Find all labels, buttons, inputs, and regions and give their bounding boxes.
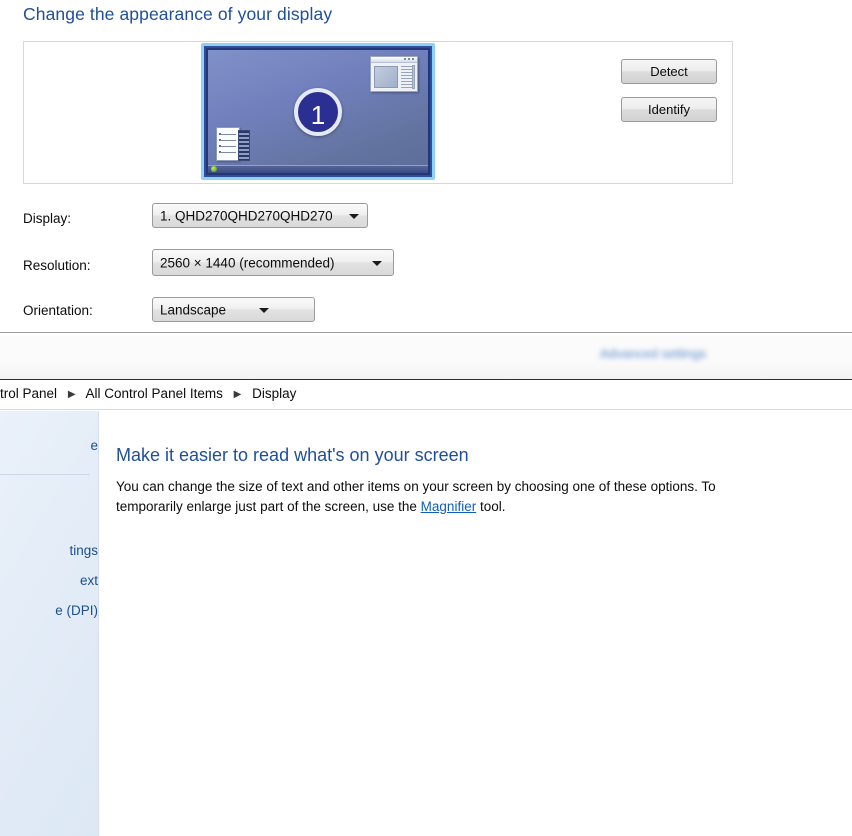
advanced-settings-link[interactable]: Advanced settings <box>600 346 706 361</box>
orientation-label: Orientation: <box>23 303 93 318</box>
sidebar-item-home[interactable]: e <box>90 438 98 453</box>
chevron-down-icon <box>372 260 382 266</box>
chevron-down-icon <box>349 213 359 219</box>
resolution-label: Resolution: <box>23 258 91 273</box>
section-title: Make it easier to read what's on your sc… <box>116 445 469 465</box>
description-text-1: You can change the size of text and othe… <box>116 479 716 514</box>
sidebar: e tings ext e (DPI) <box>0 411 99 836</box>
monitor-preview-1[interactable]: 1 <box>201 43 435 180</box>
sidebar-item-text[interactable]: ext <box>80 573 98 588</box>
sidebar-item-settings[interactable]: tings <box>69 543 98 558</box>
display-dpi-page: e tings ext e (DPI) Make it easier to re… <box>0 411 852 836</box>
description-text-2: tool. <box>476 499 506 514</box>
start-orb-icon <box>211 166 217 172</box>
identify-button[interactable]: Identify <box>621 97 717 122</box>
section-description: You can change the size of text and othe… <box>116 477 756 517</box>
sidebar-item-custom-dpi[interactable]: e (DPI) <box>55 603 98 618</box>
orientation-select[interactable]: Landscape <box>152 297 315 322</box>
breadcrumb-item-control-panel[interactable]: trol Panel <box>0 386 57 401</box>
resolution-select-value: 2560 × 1440 (recommended) <box>160 255 335 270</box>
monitor-taskbar <box>208 165 428 173</box>
document-thumbnail-icon <box>216 127 250 163</box>
magnifier-link[interactable]: Magnifier <box>421 499 477 514</box>
window-transition-band: Advanced settings <box>0 332 852 380</box>
detect-button[interactable]: Detect <box>621 59 717 84</box>
display-select-value: 1. QHD270QHD270QHD270 <box>160 208 333 223</box>
monitor-screen: 1 <box>208 50 428 173</box>
window-thumbnail-icon <box>370 56 418 92</box>
resolution-select[interactable]: 2560 × 1440 (recommended) <box>152 249 394 276</box>
chevron-right-icon: ▶ <box>67 389 76 400</box>
chevron-right-icon: ▶ <box>233 389 242 400</box>
display-label: Display: <box>23 211 72 226</box>
breadcrumb-item-all-control-panel-items[interactable]: All Control Panel Items <box>86 386 223 401</box>
content-area: Make it easier to read what's on your sc… <box>99 411 852 836</box>
orientation-select-value: Landscape <box>160 302 227 317</box>
display-select[interactable]: 1. QHD270QHD270QHD270 <box>152 203 368 228</box>
breadcrumb-item-display[interactable]: Display <box>252 386 296 401</box>
display-settings-panel: Change the appearance of your display 1 <box>0 0 852 332</box>
sidebar-divider <box>0 474 90 475</box>
breadcrumb: trol Panel ▶ All Control Panel Items ▶ D… <box>0 386 296 401</box>
chevron-down-icon <box>259 307 269 313</box>
monitor-number-badge: 1 <box>294 87 342 136</box>
breadcrumb-bar: trol Panel ▶ All Control Panel Items ▶ D… <box>0 380 852 410</box>
page-title: Change the appearance of your display <box>23 4 333 24</box>
